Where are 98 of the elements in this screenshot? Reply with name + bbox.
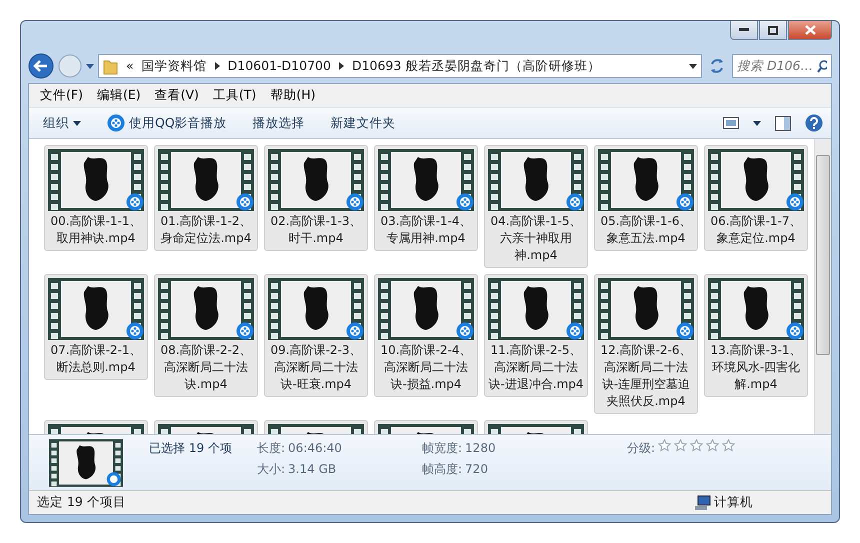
search-icon	[817, 60, 827, 72]
property-label: 帧高度:	[422, 461, 462, 478]
property-value: 3.14 GB	[288, 461, 336, 478]
file-name: 06.高阶课-1-7、象意定位.mp4	[709, 213, 802, 247]
chevron-icon	[338, 62, 344, 70]
star-icon	[722, 439, 736, 452]
toolbar-button[interactable]: 使用QQ影音播放	[101, 110, 233, 136]
toolbar-button[interactable]: 新建文件夹	[324, 110, 402, 136]
menu-item[interactable]: 文件(F)	[33, 84, 90, 107]
computer-icon	[695, 494, 711, 510]
film-reel-icon	[456, 193, 474, 211]
file-name: 08.高阶课-2-2、高深断局二十法诀.mp4	[159, 342, 252, 393]
file-name: 02.高阶课-1-3、时干.mp4	[269, 213, 362, 247]
star-icon	[674, 439, 688, 452]
film-reel-icon	[126, 322, 144, 340]
file-item[interactable]: 03.高阶课-1-4、专属用神.mp4	[374, 145, 478, 251]
scrollbar-thumb[interactable]	[816, 155, 830, 355]
film-reel-icon	[566, 193, 584, 211]
file-name: 03.高阶课-1-4、专属用神.mp4	[379, 213, 472, 247]
scrollbar[interactable]	[814, 139, 831, 434]
file-name: 09.高阶课-2-3、高深断局二十法诀-旺衰.mp4	[269, 342, 362, 393]
star-icon	[658, 439, 672, 452]
file-item[interactable]: 06.高阶课-1-7、象意定位.mp4	[704, 145, 808, 251]
file-item[interactable]: 08.高阶课-2-2、高深断局二十法诀.mp4	[154, 274, 258, 397]
film-reel-icon	[126, 193, 144, 211]
file-item[interactable]: 04.高阶课-1-5、六亲十神取用神.mp4	[484, 145, 588, 268]
file-name: 04.高阶课-1-5、六亲十神取用神.mp4	[489, 213, 582, 264]
caret-icon	[753, 120, 761, 126]
file-name: 07.高阶课-2-1、断法总则.mp4	[49, 342, 142, 376]
menu-item[interactable]: 编辑(E)	[90, 84, 148, 107]
film-reel-icon	[676, 193, 694, 211]
minimize-button[interactable]	[730, 21, 758, 40]
film-reel-icon	[236, 322, 254, 340]
property-label: 大小:	[257, 461, 286, 478]
close-icon	[804, 25, 816, 35]
property-label: 长度:	[257, 440, 286, 457]
film-reel-icon	[236, 193, 254, 211]
rating-label: 分级:	[627, 440, 656, 457]
breadcrumb[interactable]: 国学资料馆	[142, 56, 207, 76]
property-value: 06:46:40	[288, 440, 342, 457]
file-item[interactable]: 05.高阶课-1-6、象意五法.mp4	[594, 145, 698, 251]
file-item[interactable]: 01.高阶课-1-2、身命定位法.mp4	[154, 145, 258, 251]
property-value: 720	[465, 461, 488, 478]
file-name: 10.高阶课-2-4、高深断局二十法诀-损益.mp4	[379, 342, 472, 393]
dropdown-icon[interactable]	[86, 64, 94, 68]
file-item[interactable]: 07.高阶课-2-1、断法总则.mp4	[44, 274, 148, 380]
film-reel-icon	[786, 322, 804, 340]
star-rating[interactable]	[658, 439, 736, 452]
star-icon	[706, 439, 720, 452]
status-text: 选定 19 个项目	[37, 493, 126, 512]
file-name: 05.高阶课-1-6、象意五法.mp4	[599, 213, 692, 247]
menu-item[interactable]: 工具(T)	[206, 84, 264, 107]
toolbar-button[interactable]: 组织	[37, 110, 87, 136]
film-reel-icon	[346, 193, 364, 211]
file-item[interactable]: 09.高阶课-2-3、高深断局二十法诀-旺衰.mp4	[264, 274, 368, 397]
film-reel-icon	[566, 322, 584, 340]
minimize-icon	[739, 28, 749, 32]
file-name: 00.高阶课-1-1、取用神诀.mp4	[49, 213, 142, 247]
film-reel-icon	[456, 322, 474, 340]
video-stack-icon	[49, 439, 123, 487]
file-item[interactable]: 12.高阶课-2-6、高深断局二十法诀-连厘刑空墓迫夹照伏反.mp4	[594, 274, 698, 414]
preview-pane-icon	[775, 116, 791, 130]
dropdown-icon	[689, 64, 697, 68]
star-icon	[690, 439, 704, 452]
menu-item[interactable]: 查看(V)	[148, 84, 206, 107]
file-name: 01.高阶课-1-2、身命定位法.mp4	[159, 213, 252, 247]
overflow-chevron[interactable]: «	[126, 56, 134, 76]
film-reel-icon	[346, 322, 364, 340]
help-icon	[805, 114, 823, 132]
property-label: 帧宽度:	[422, 440, 462, 457]
file-name: 11.高阶课-2-5、高深断局二十法诀-进退冲合.mp4	[487, 342, 585, 393]
search-field[interactable]: 搜索 D106…	[732, 54, 832, 78]
view-icon	[723, 117, 739, 129]
breadcrumb[interactable]: D10601-D10700	[228, 56, 331, 76]
file-item[interactable]: 02.高阶课-1-3、时干.mp4	[264, 145, 368, 251]
file-name: 13.高阶课-3-1、环境风水-四害化解.mp4	[709, 342, 802, 393]
address-bar[interactable]: « 国学资料馆 D10601-D10700 D10693 般若丞晏阴盘奇门（高阶研修班）	[98, 54, 702, 78]
file-item[interactable]: 10.高阶课-2-4、高深断局二十法诀-损益.mp4	[374, 274, 478, 397]
film-reel-icon	[786, 193, 804, 211]
caret-icon	[73, 120, 81, 126]
file-item[interactable]: 13.高阶课-3-1、环境风水-四害化解.mp4	[704, 274, 808, 397]
film-reel-icon	[676, 322, 694, 340]
back-button[interactable]	[28, 53, 54, 79]
file-item[interactable]: 11.高阶课-2-5、高深断局二十法诀-进退冲合.mp4	[484, 274, 588, 397]
property-value: 1280	[465, 440, 496, 457]
chevron-icon	[214, 62, 220, 70]
file-name: 12.高阶课-2-6、高深断局二十法诀-连厘刑空墓迫夹照伏反.mp4	[599, 342, 692, 410]
file-item[interactable]: 00.高阶课-1-1、取用神诀.mp4	[44, 145, 148, 251]
close-button[interactable]	[788, 21, 832, 40]
selection-summary: 已选择 19 个项	[149, 440, 233, 457]
maximize-button[interactable]	[759, 21, 787, 40]
maximize-icon	[768, 26, 778, 34]
breadcrumb[interactable]: D10693 般若丞晏阴盘奇门（高阶研修班）	[352, 56, 600, 76]
location-text: 计算机	[714, 493, 753, 512]
toolbar-button[interactable]: 播放选择	[246, 110, 311, 136]
folder-icon	[103, 58, 118, 74]
film-reel-icon	[107, 114, 125, 132]
menu-item[interactable]: 帮助(H)	[263, 84, 322, 107]
